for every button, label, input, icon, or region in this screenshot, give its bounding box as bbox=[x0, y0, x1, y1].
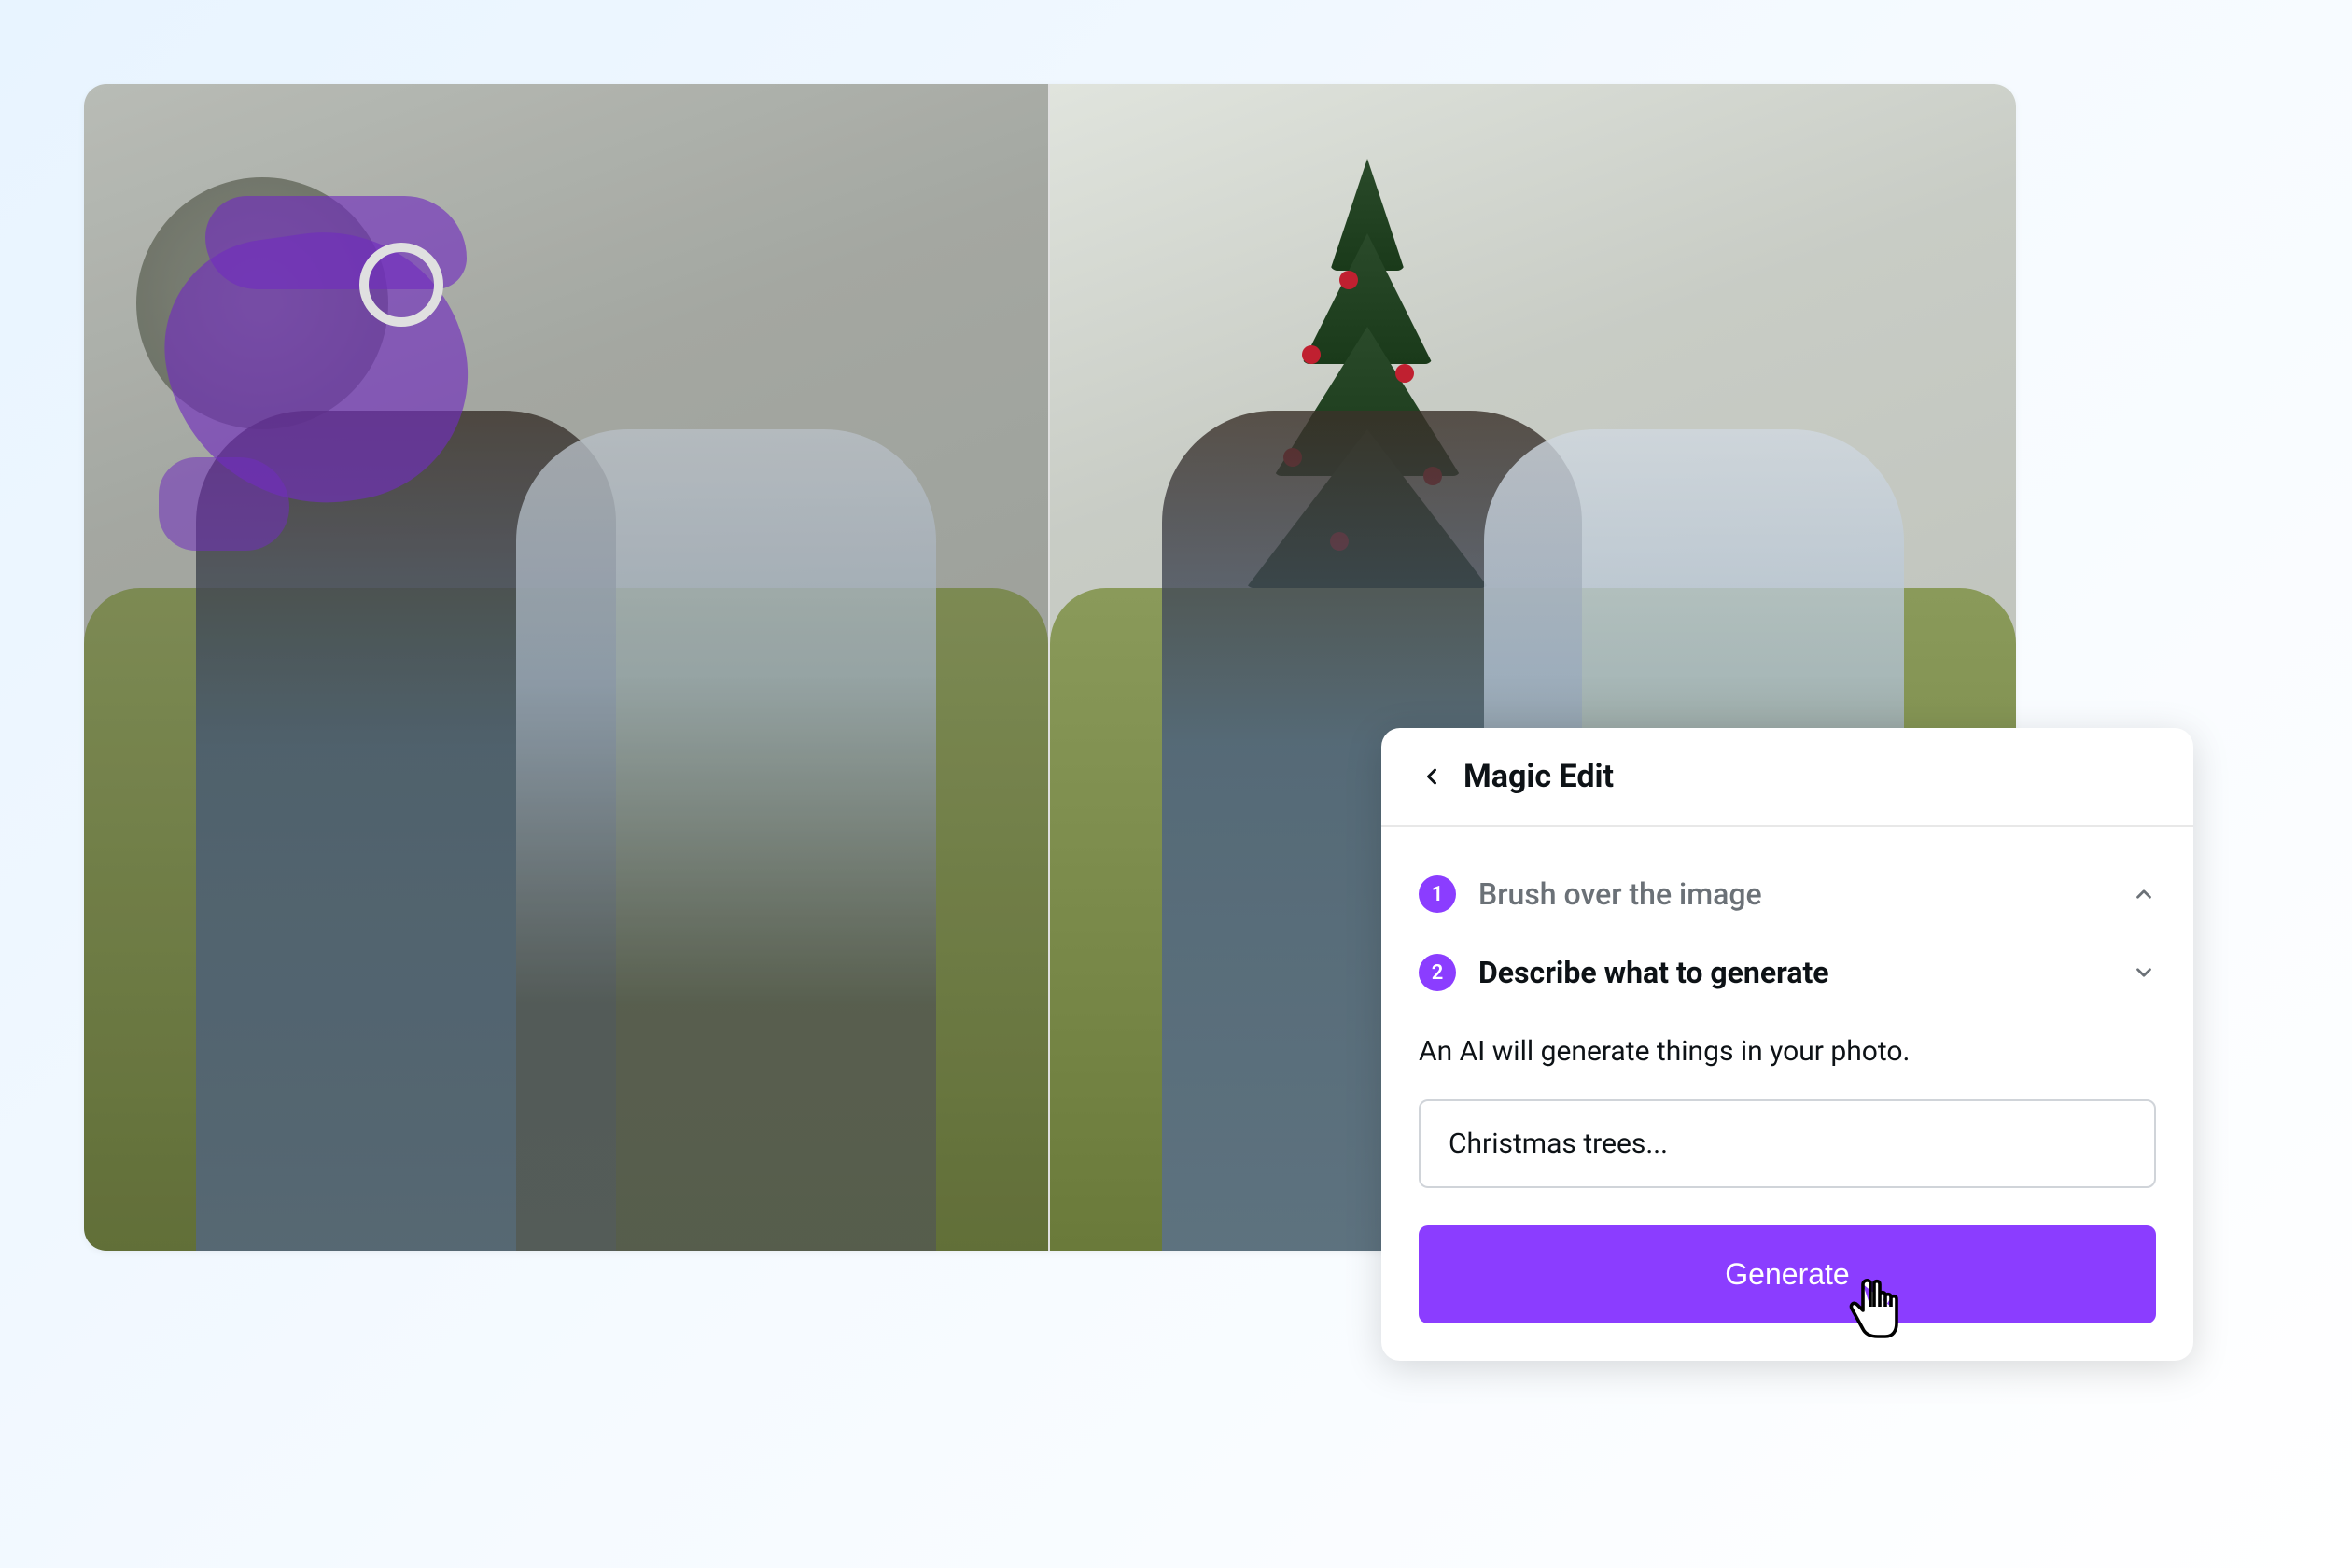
panel-header: Magic Edit bbox=[1381, 728, 2193, 827]
chevron-up-icon bbox=[2132, 882, 2156, 906]
person-right bbox=[516, 429, 936, 1251]
help-text: An AI will generate things in your photo… bbox=[1419, 1032, 2156, 1071]
pointer-hand-icon bbox=[1844, 1273, 1904, 1340]
brush-selection-overlay[interactable] bbox=[149, 196, 485, 551]
back-button[interactable] bbox=[1419, 763, 1445, 790]
step-brush-over[interactable]: 1 Brush over the image bbox=[1419, 861, 2156, 928]
brush-stroke bbox=[159, 457, 289, 551]
generate-button[interactable]: Generate bbox=[1419, 1225, 2156, 1323]
step-label: Brush over the image bbox=[1478, 876, 2109, 912]
step-number-badge: 1 bbox=[1419, 875, 1456, 913]
step-label: Describe what to generate bbox=[1478, 955, 2109, 990]
chevron-left-icon bbox=[1419, 763, 1445, 790]
step-describe[interactable]: 2 Describe what to generate bbox=[1419, 939, 2156, 1006]
panel-title: Magic Edit bbox=[1463, 758, 1614, 795]
prompt-input[interactable] bbox=[1419, 1099, 2156, 1188]
magic-edit-panel: Magic Edit 1 Brush over the image 2 Desc… bbox=[1381, 728, 2193, 1361]
image-before[interactable] bbox=[84, 84, 1050, 1251]
step-number-badge: 2 bbox=[1419, 954, 1456, 991]
panel-body: 1 Brush over the image 2 Describe what t… bbox=[1381, 827, 2193, 1361]
generate-button-label: Generate bbox=[1725, 1257, 1849, 1291]
chevron-down-icon bbox=[2132, 960, 2156, 985]
brush-cursor-icon bbox=[359, 243, 443, 327]
